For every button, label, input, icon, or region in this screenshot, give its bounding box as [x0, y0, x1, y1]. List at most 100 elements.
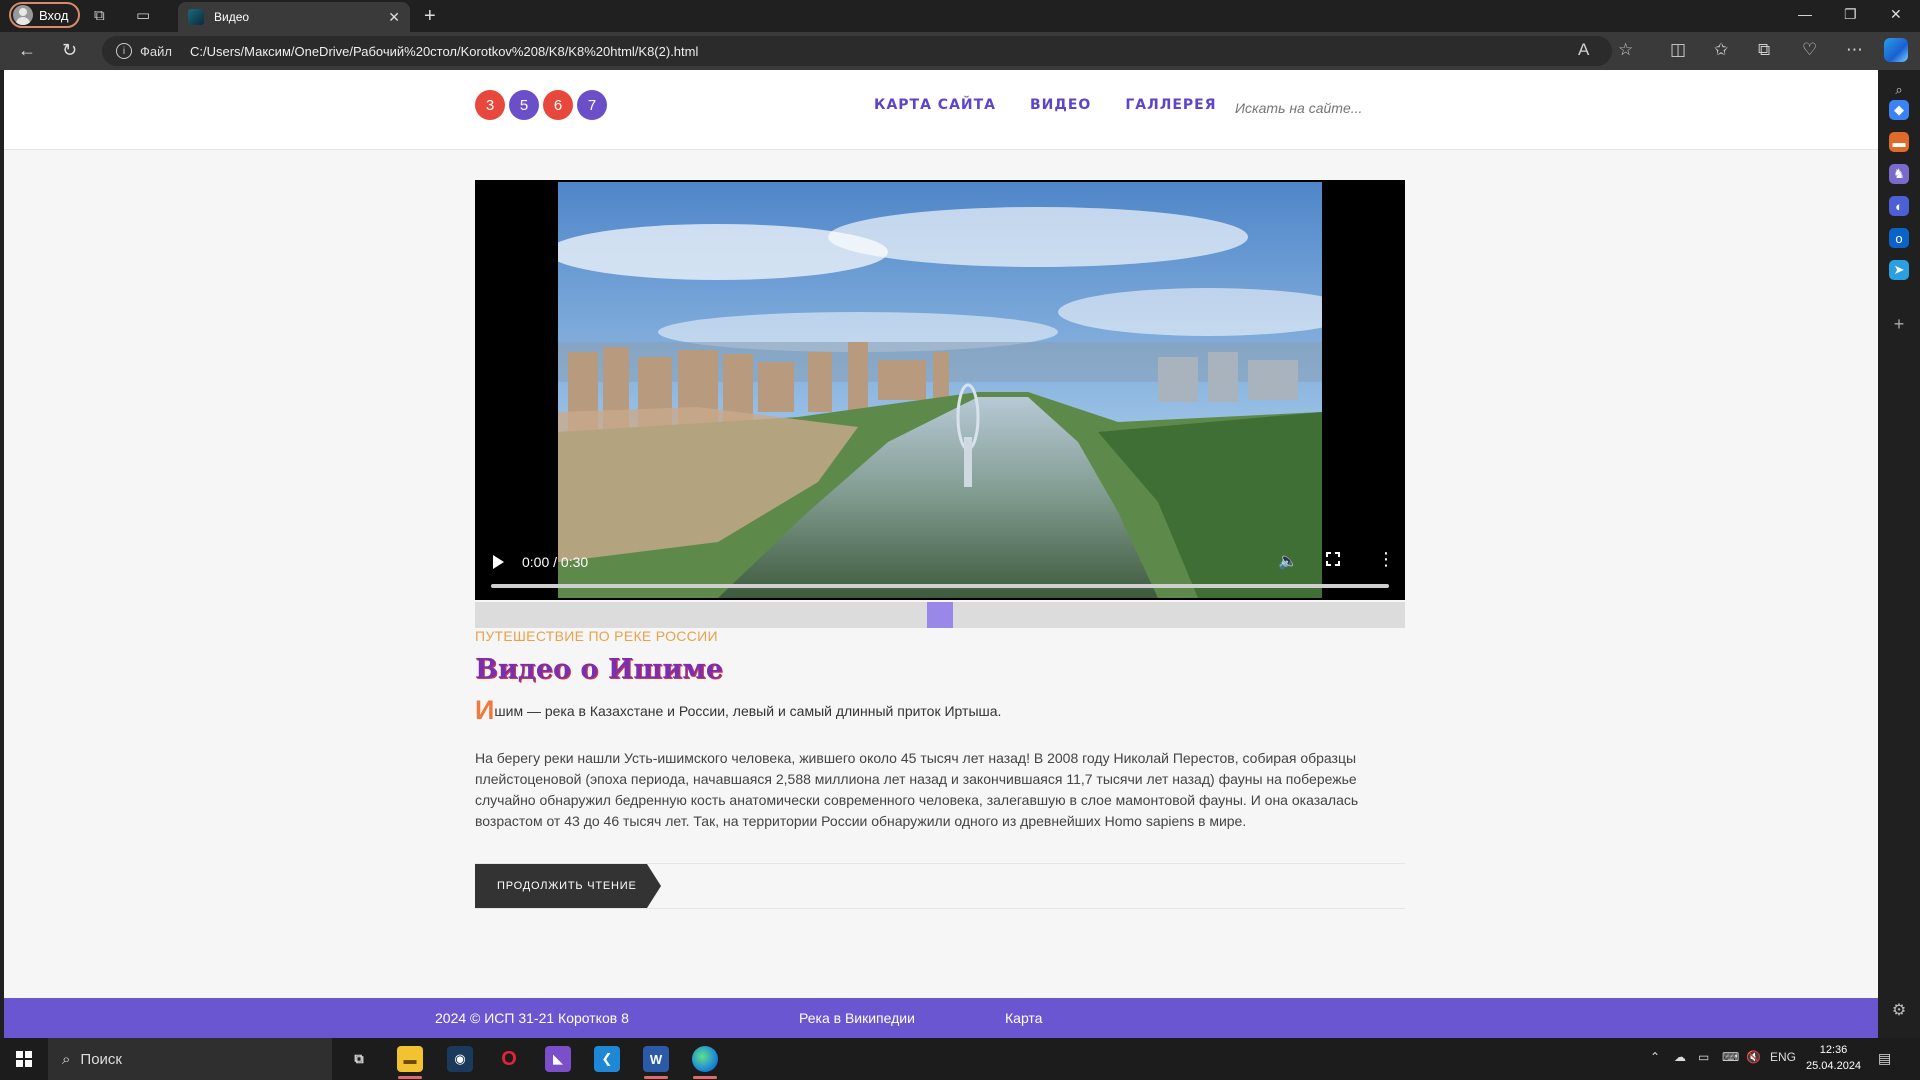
read-aloud-icon[interactable]: A: [1578, 41, 1589, 58]
battery-icon[interactable]: ▭: [1698, 1050, 1709, 1064]
new-tab-icon[interactable]: +: [424, 5, 436, 28]
steam-icon[interactable]: ◉: [447, 1046, 473, 1072]
river-city-thumbnail: [558, 182, 1322, 598]
workspaces-icon[interactable]: ⧉: [94, 8, 105, 23]
address-bar[interactable]: i Файл C:/Users/Максим/OneDrive/Рабочий%…: [102, 36, 1612, 66]
favicon-icon: [188, 9, 204, 25]
clock-time: 12:36: [1819, 1044, 1848, 1056]
web-page: 3 5 6 7 КАРТА САЙТА ВИДЕО ГАЛЛЕРЕЯ Искат…: [4, 70, 1878, 1038]
add-icon[interactable]: +: [1889, 314, 1909, 334]
tab-video[interactable]: Видео ✕: [178, 2, 410, 32]
windows-start-icon[interactable]: [16, 1051, 32, 1067]
clock[interactable]: 12:36 25.04.2024: [1806, 1042, 1861, 1074]
tab-title: Видео: [214, 10, 250, 24]
active-indicator: [644, 1076, 668, 1079]
logo-ball: 7: [577, 90, 607, 120]
copilot-sidebar-icon[interactable]: ◐: [1889, 196, 1909, 216]
divider: [475, 863, 1405, 864]
word-icon[interactable]: W: [643, 1046, 669, 1072]
vscode-icon[interactable]: ❮: [594, 1046, 620, 1072]
close-window-icon[interactable]: ✕: [1890, 6, 1902, 23]
search-input[interactable]: [1235, 96, 1435, 120]
video-controls: 0:00 / 0:30 🔈 ⋮: [475, 540, 1405, 600]
site-logo[interactable]: 3 5 6 7: [475, 90, 607, 120]
post-lead: Ишим — река в Казахстане и России, левый…: [475, 695, 1405, 726]
edge-sidebar: ⌕ ◆ ▬ ♞ ◐ o ➤ + ⚙: [1878, 70, 1920, 1038]
continue-reading-button[interactable]: ПРОДОЛЖИТЬ ЧТЕНИЕ: [475, 864, 661, 908]
dropcap: И: [475, 695, 495, 725]
language-indicator[interactable]: ENG: [1770, 1050, 1796, 1064]
edge-icon[interactable]: [692, 1046, 718, 1072]
search-icon: ⌕: [62, 1050, 71, 1068]
logo-ball: 3: [475, 90, 505, 120]
info-icon[interactable]: i: [116, 43, 132, 59]
games-icon[interactable]: ♞: [1889, 164, 1909, 184]
logo-ball: 6: [543, 90, 573, 120]
post-title: Видео о Ишиме: [475, 654, 724, 685]
browser-essentials-icon[interactable]: ♡: [1802, 41, 1817, 58]
taskbar: ⌕ Поиск ⧉ ▬ ◉ O ◣ ❮ W ⌃ ☁ ▭ ⌨ 🔇 ENG 12:3…: [0, 1038, 1920, 1080]
nav-link-sitemap[interactable]: КАРТА САЙТА: [874, 97, 996, 113]
refresh-icon[interactable]: ↻: [62, 41, 77, 59]
task-view-icon[interactable]: ⧉: [346, 1046, 372, 1072]
active-indicator: [693, 1076, 717, 1079]
footer-wiki-link[interactable]: Река в Википедии: [799, 1010, 915, 1026]
url-scheme: Файл: [140, 43, 172, 59]
active-indicator: [398, 1076, 422, 1079]
split-screen-icon[interactable]: ◫: [1670, 41, 1686, 58]
video-progress-bar[interactable]: [491, 584, 1389, 588]
browser-tab-bar: Вход ⧉ ▭ Видео ✕ + — ❐ ✕: [0, 0, 1920, 32]
more-vertical-icon[interactable]: ⋮: [1377, 550, 1395, 568]
chevron-up-icon[interactable]: ⌃: [1650, 1050, 1660, 1064]
play-icon[interactable]: [493, 555, 504, 569]
close-icon[interactable]: ✕: [388, 9, 400, 26]
mute-icon[interactable]: 🔇: [1746, 1050, 1761, 1064]
notifications-icon[interactable]: ▤: [1878, 1050, 1891, 1067]
copilot-icon[interactable]: [1884, 38, 1908, 62]
shopping-tag-icon[interactable]: ◆: [1889, 100, 1909, 120]
tools-icon[interactable]: ▬: [1889, 132, 1909, 152]
opera-icon[interactable]: O: [496, 1046, 522, 1072]
favorite-star-icon[interactable]: ☆: [1618, 41, 1633, 58]
fullscreen-icon[interactable]: [1326, 552, 1340, 566]
visual-studio-icon[interactable]: ◣: [545, 1046, 571, 1072]
main-nav: КАРТА САЙТА ВИДЕО ГАЛЛЕРЕЯ: [874, 97, 1217, 113]
lead-text: шим — река в Казахстане и России, левый …: [494, 703, 1002, 719]
divider: [475, 908, 1405, 909]
telegram-icon[interactable]: ➤: [1889, 260, 1909, 280]
profile-button[interactable]: Вход: [9, 2, 81, 28]
avatar: [13, 5, 33, 25]
file-explorer-icon[interactable]: ▬: [397, 1046, 423, 1072]
restore-icon[interactable]: ❐: [1844, 6, 1857, 23]
more-menu-icon[interactable]: ⋯: [1846, 41, 1863, 58]
profile-label: Вход: [39, 7, 69, 23]
minimize-icon[interactable]: —: [1798, 6, 1812, 22]
collections-icon[interactable]: ⧉: [1758, 41, 1770, 58]
settings-gear-icon[interactable]: ⚙: [1889, 1000, 1909, 1020]
cloud-icon[interactable]: ☁: [1674, 1050, 1686, 1064]
nav-link-video[interactable]: ВИДЕО: [1030, 97, 1091, 113]
site-footer: 2024 © ИСП 31-21 Коротков 8 Река в Викип…: [4, 998, 1878, 1038]
outlook-icon[interactable]: o: [1889, 228, 1909, 248]
search-icon[interactable]: ⌕: [1889, 80, 1909, 100]
slider-thumb[interactable]: [927, 602, 953, 628]
range-slider[interactable]: [475, 602, 1405, 628]
volume-icon[interactable]: 🔈: [1278, 551, 1298, 571]
nav-link-gallery[interactable]: ГАЛЛЕРЕЯ: [1125, 97, 1216, 113]
back-icon[interactable]: ←: [18, 41, 36, 59]
video-frame: [558, 182, 1322, 598]
network-icon[interactable]: ⌨: [1722, 1050, 1739, 1064]
footer-copyright: 2024 © ИСП 31-21 Коротков 8: [435, 1010, 629, 1026]
video-time: 0:00 / 0:30: [522, 554, 589, 570]
url-text[interactable]: C:/Users/Максим/OneDrive/Рабочий%20стол/…: [190, 44, 698, 59]
post-category[interactable]: ПУТЕШЕСТВИЕ ПО РЕКЕ РОССИИ: [475, 628, 718, 644]
post-body: На берегу реки нашли Усть-ишимского чело…: [475, 750, 1359, 829]
taskbar-search[interactable]: ⌕ Поиск: [48, 1038, 332, 1080]
favorites-icon[interactable]: ✩: [1714, 41, 1728, 58]
taskbar-search-label: Поиск: [80, 1050, 122, 1068]
tab-actions-icon[interactable]: ▭: [136, 8, 150, 23]
footer-map-link[interactable]: Карта: [1005, 1010, 1042, 1026]
logo-ball: 5: [509, 90, 539, 120]
clock-date: 25.04.2024: [1806, 1060, 1862, 1072]
video-player[interactable]: 0:00 / 0:30 🔈 ⋮: [475, 180, 1405, 600]
